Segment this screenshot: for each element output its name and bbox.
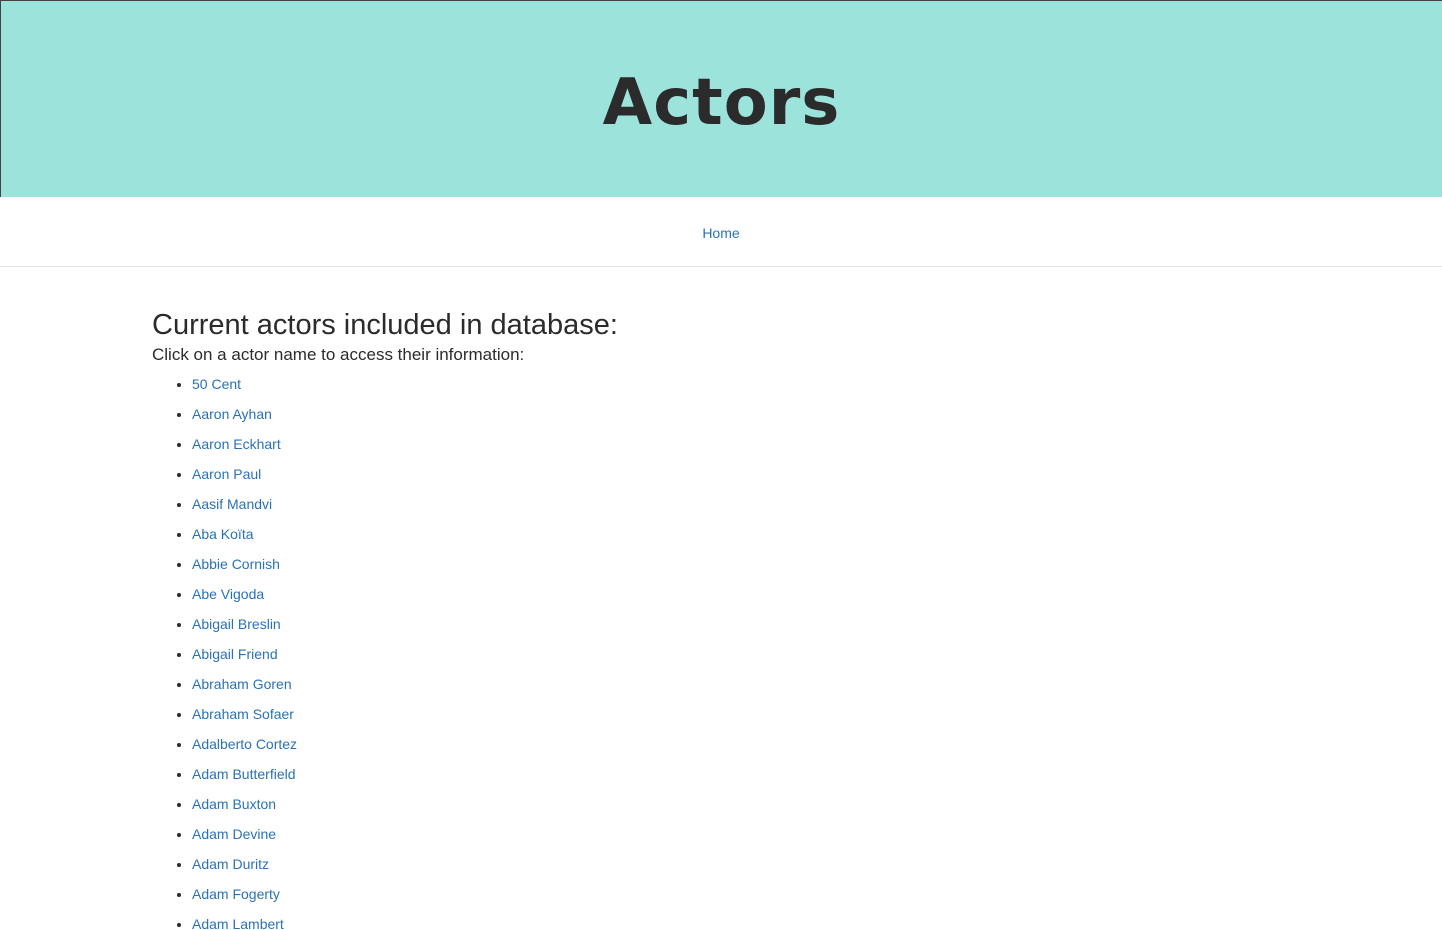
list-item: Aaron Paul [192,464,1442,494]
list-item: Adam Lambert [192,914,1442,930]
list-item: Abraham Sofaer [192,704,1442,734]
section-heading: Current actors included in database: [152,309,618,341]
list-item: Adam Duritz [192,854,1442,884]
list-item: Abigail Friend [192,644,1442,674]
actor-link[interactable]: Aba Koïta [192,526,254,542]
list-item: Adam Butterfield [192,764,1442,794]
actor-link[interactable]: Adam Butterfield [192,766,296,782]
actor-link[interactable]: Adalberto Cortez [192,736,297,752]
list-item: Aaron Ayhan [192,404,1442,434]
list-item: Abraham Goren [192,674,1442,704]
actor-list: 50 Cent Aaron Ayhan Aaron Eckhart Aaron Pau… [152,374,1442,930]
actor-link[interactable]: Adam Devine [192,826,276,842]
actor-link[interactable]: Abraham Sofaer [192,706,294,722]
list-item: Adam Fogerty [192,884,1442,914]
home-link[interactable]: Home [702,225,739,241]
list-item: Aasif Mandvi [192,494,1442,524]
page-header: Actors [0,0,1442,197]
actor-link[interactable]: Abraham Goren [192,676,292,692]
actor-link[interactable]: Aasif Mandvi [192,496,272,512]
page-title: Actors [602,66,841,140]
actor-link[interactable]: Aaron Paul [192,466,261,482]
list-item: Abe Vigoda [192,584,1442,614]
actor-link[interactable]: Abe Vigoda [192,586,264,602]
list-item: Adam Buxton [192,794,1442,824]
actor-link[interactable]: Abigail Friend [192,646,278,662]
instruction-text: Click on a actor name to access their in… [152,345,525,364]
actor-link[interactable]: 50 Cent [192,376,241,392]
actor-link[interactable]: Abbie Cornish [192,556,280,572]
main-content: Current actors included in database: Cli… [0,267,1442,930]
actor-link[interactable]: Aaron Ayhan [192,406,272,422]
actor-link[interactable]: Abigail Breslin [192,616,281,632]
list-item: 50 Cent [192,374,1442,404]
actor-link[interactable]: Adam Duritz [192,856,269,872]
list-item: Aba Koïta [192,524,1442,554]
nav-bar: Home [0,197,1442,267]
actor-link[interactable]: Adam Buxton [192,796,276,812]
list-item: Adam Devine [192,824,1442,854]
actor-link[interactable]: Aaron Eckhart [192,436,281,452]
list-item: Abbie Cornish [192,554,1442,584]
actor-link[interactable]: Adam Lambert [192,916,284,930]
actor-link[interactable]: Adam Fogerty [192,886,280,902]
list-item: Aaron Eckhart [192,434,1442,464]
list-item: Abigail Breslin [192,614,1442,644]
list-item: Adalberto Cortez [192,734,1442,764]
